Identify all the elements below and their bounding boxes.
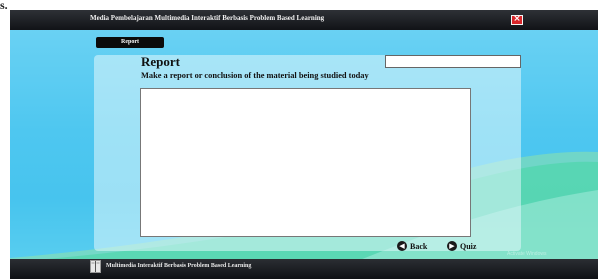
window-title: Media Pembelajaran Multimedia Interaktif… — [90, 14, 325, 22]
edge-mark: s. — [0, 0, 8, 12]
page-instruction: Make a report or conclusion of the mater… — [141, 71, 369, 80]
tab-report-label: Report — [121, 39, 139, 45]
back-button[interactable]: ◀ Back — [397, 240, 427, 252]
activation-watermark: Activate Windows — [507, 251, 547, 257]
back-button-label: Back — [410, 241, 428, 251]
app-window: Media Pembelajaran Multimedia Interaktif… — [10, 10, 598, 279]
book-icon — [90, 260, 101, 273]
page-title: Report — [141, 54, 180, 69]
arrow-left-icon: ◀ — [397, 241, 407, 251]
title-bar: Media Pembelajaran Multimedia Interaktif… — [10, 10, 598, 30]
close-icon: × — [513, 14, 521, 24]
footer-text: Multimedia Interaktif Berbasis Problem B… — [106, 263, 252, 269]
footer-bar: Multimedia Interaktif Berbasis Problem B… — [10, 259, 598, 279]
close-button[interactable]: × — [511, 14, 523, 25]
quiz-button[interactable]: ▶ Quiz — [447, 240, 476, 252]
name-input[interactable] — [385, 55, 521, 68]
arrow-right-icon: ▶ — [447, 241, 457, 251]
tab-report[interactable]: Report — [96, 37, 164, 48]
report-textarea[interactable] — [140, 88, 471, 237]
quiz-button-label: Quiz — [460, 241, 477, 251]
